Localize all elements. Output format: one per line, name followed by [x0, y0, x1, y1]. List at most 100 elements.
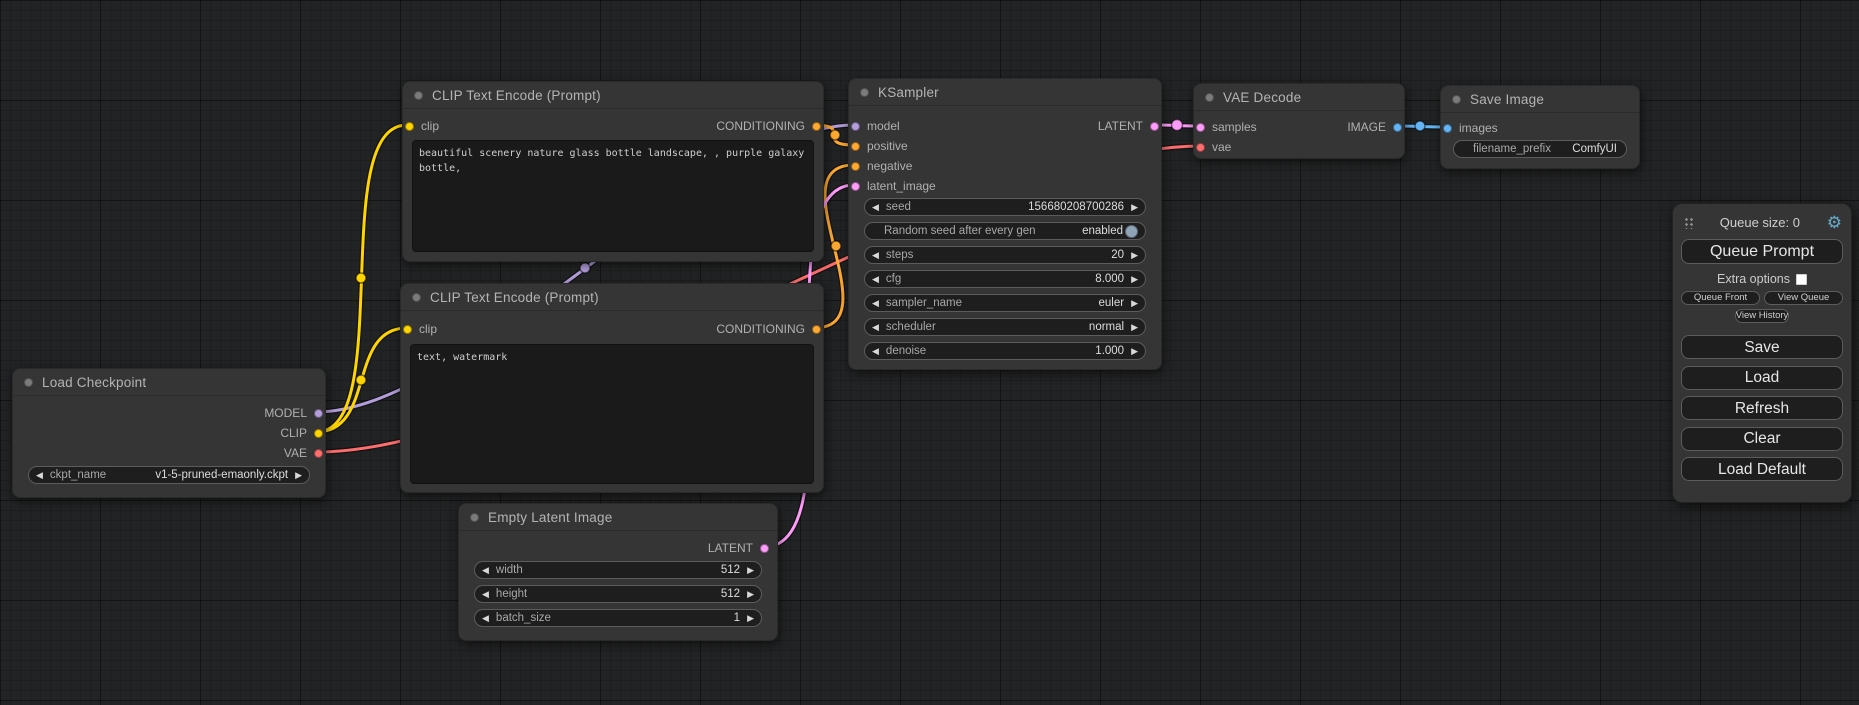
drag-handle-icon[interactable] — [1684, 216, 1693, 229]
slot-label: CONDITIONING — [716, 119, 805, 133]
extra-options-label: Extra options — [1717, 272, 1790, 286]
widget-label: steps — [886, 249, 914, 261]
decrement-arrow-icon[interactable]: ◀ — [482, 614, 489, 623]
increment-arrow-icon[interactable]: ▶ — [747, 590, 754, 599]
latent-output-dot[interactable] — [1150, 122, 1159, 131]
batch-size-widget[interactable]: ◀ batch_size 1 ▶ — [474, 609, 762, 627]
save-button[interactable]: Save — [1681, 335, 1843, 359]
clip-input-dot[interactable] — [405, 122, 414, 131]
latent-image-input-dot[interactable] — [851, 182, 860, 191]
node-load-checkpoint[interactable]: Load Checkpoint MODEL CLIP VAE ◀ ckpt_na… — [12, 368, 326, 498]
node-vae-decode[interactable]: VAE Decode samples IMAGE vae — [1193, 83, 1405, 159]
clear-button[interactable]: Clear — [1681, 427, 1843, 451]
node-title-bar[interactable]: Load Checkpoint — [13, 369, 325, 396]
negative-input-dot[interactable] — [851, 162, 860, 171]
queue-panel[interactable]: Queue size: 0 ⚙ Queue Prompt Extra optio… — [1672, 203, 1852, 503]
widget-value: normal — [1089, 321, 1124, 333]
slot-label: model — [867, 119, 900, 133]
steps-widget[interactable]: ◀ steps 20 ▶ — [864, 246, 1146, 264]
collapse-dot-icon[interactable] — [1205, 93, 1214, 102]
input-positive: positive — [849, 136, 908, 156]
filename-prefix-widget[interactable]: filename_prefix ComfyUI — [1453, 140, 1627, 158]
increment-arrow-icon[interactable]: ▶ — [1131, 203, 1138, 212]
refresh-button[interactable]: Refresh — [1681, 396, 1843, 420]
wire-dot — [580, 263, 590, 273]
node-title-bar[interactable]: CLIP Text Encode (Prompt) — [403, 82, 823, 109]
collapse-dot-icon[interactable] — [1452, 95, 1461, 104]
node-title-bar[interactable]: Save Image — [1441, 86, 1639, 113]
random-seed-toggle[interactable]: Random seed after every gen enabled — [864, 222, 1146, 240]
collapse-dot-icon[interactable] — [412, 293, 421, 302]
model-input-dot[interactable] — [851, 122, 860, 131]
vae-input-dot[interactable] — [1196, 143, 1205, 152]
image-output-dot[interactable] — [1393, 123, 1402, 132]
decrement-arrow-icon[interactable]: ◀ — [872, 347, 879, 356]
model-output-dot[interactable] — [314, 409, 323, 418]
positive-prompt-textarea[interactable]: beautiful scenery nature glass bottle la… — [412, 140, 814, 252]
latent-output-dot[interactable] — [760, 544, 769, 553]
gear-icon[interactable]: ⚙ — [1827, 214, 1842, 231]
load-button[interactable]: Load — [1681, 366, 1843, 390]
collapse-dot-icon[interactable] — [414, 91, 423, 100]
toggle-pin-icon[interactable] — [1125, 225, 1138, 238]
seed-widget[interactable]: ◀ seed 156680208700286 ▶ — [864, 198, 1146, 216]
node-ksampler[interactable]: KSampler model LATENT positive negative … — [848, 78, 1162, 370]
prev-arrow-icon[interactable]: ◀ — [872, 299, 879, 308]
collapse-dot-icon[interactable] — [470, 513, 479, 522]
next-arrow-icon[interactable]: ▶ — [1131, 299, 1138, 308]
view-history-button[interactable]: View History — [1735, 309, 1790, 323]
input-latent-image: latent_image — [849, 176, 936, 196]
vae-output-dot[interactable] — [314, 449, 323, 458]
node-title-bar[interactable]: Empty Latent Image — [459, 504, 777, 531]
node-title-bar[interactable]: VAE Decode — [1194, 84, 1404, 111]
comfyui-canvas[interactable]: { "colors": { "model": "#B39DDB", "clip"… — [0, 0, 1859, 705]
decrement-arrow-icon[interactable]: ◀ — [482, 566, 489, 575]
scheduler-widget[interactable]: ◀ scheduler normal ▶ — [864, 318, 1146, 336]
node-save-image[interactable]: Save Image images filename_prefix ComfyU… — [1440, 85, 1640, 169]
clip-output-dot[interactable] — [314, 429, 323, 438]
queue-prompt-button[interactable]: Queue Prompt — [1681, 239, 1843, 264]
decrement-arrow-icon[interactable]: ◀ — [872, 251, 879, 260]
next-arrow-icon[interactable]: ▶ — [295, 471, 302, 480]
widget-value: ComfyUI — [1572, 143, 1617, 155]
increment-arrow-icon[interactable]: ▶ — [747, 614, 754, 623]
increment-arrow-icon[interactable]: ▶ — [747, 566, 754, 575]
denoise-widget[interactable]: ◀ denoise 1.000 ▶ — [864, 342, 1146, 360]
prev-arrow-icon[interactable]: ◀ — [872, 323, 879, 332]
extra-options-checkbox[interactable] — [1796, 274, 1807, 285]
sampler-name-widget[interactable]: ◀ sampler_name euler ▶ — [864, 294, 1146, 312]
ckpt-name-widget[interactable]: ◀ ckpt_name v1-5-pruned-emaonly.ckpt ▶ — [28, 466, 310, 484]
width-widget[interactable]: ◀ width 512 ▶ — [474, 561, 762, 579]
node-empty-latent-image[interactable]: Empty Latent Image LATENT ◀ width 512 ▶ … — [458, 503, 778, 641]
load-default-button[interactable]: Load Default — [1681, 457, 1843, 481]
samples-input-dot[interactable] — [1196, 123, 1205, 132]
output-conditioning: CONDITIONING — [716, 319, 823, 339]
node-title-bar[interactable]: KSampler — [849, 79, 1161, 106]
decrement-arrow-icon[interactable]: ◀ — [872, 203, 879, 212]
widget-label: batch_size — [496, 612, 551, 624]
node-title-bar[interactable]: CLIP Text Encode (Prompt) — [401, 284, 823, 311]
increment-arrow-icon[interactable]: ▶ — [1131, 251, 1138, 260]
queue-front-button[interactable]: Queue Front — [1681, 291, 1760, 305]
prev-arrow-icon[interactable]: ◀ — [36, 471, 43, 480]
increment-arrow-icon[interactable]: ▶ — [1131, 347, 1138, 356]
next-arrow-icon[interactable]: ▶ — [1131, 323, 1138, 332]
view-queue-button[interactable]: View Queue — [1764, 291, 1843, 305]
node-clip-text-encode-positive[interactable]: CLIP Text Encode (Prompt) clip CONDITION… — [402, 81, 824, 262]
decrement-arrow-icon[interactable]: ◀ — [482, 590, 489, 599]
collapse-dot-icon[interactable] — [860, 88, 869, 97]
height-widget[interactable]: ◀ height 512 ▶ — [474, 585, 762, 603]
increment-arrow-icon[interactable]: ▶ — [1131, 275, 1138, 284]
collapse-dot-icon[interactable] — [24, 378, 33, 387]
node-clip-text-encode-negative[interactable]: CLIP Text Encode (Prompt) clip CONDITION… — [400, 283, 824, 493]
widget-label: denoise — [886, 345, 926, 357]
negative-prompt-textarea[interactable]: text, watermark — [410, 344, 814, 484]
conditioning-output-dot[interactable] — [812, 325, 821, 334]
cfg-widget[interactable]: ◀ cfg 8.000 ▶ — [864, 270, 1146, 288]
clip-input-dot[interactable] — [403, 325, 412, 334]
decrement-arrow-icon[interactable]: ◀ — [872, 275, 879, 284]
images-input-dot[interactable] — [1443, 124, 1452, 133]
node-title: CLIP Text Encode (Prompt) — [432, 88, 601, 103]
conditioning-output-dot[interactable] — [812, 122, 821, 131]
positive-input-dot[interactable] — [851, 142, 860, 151]
